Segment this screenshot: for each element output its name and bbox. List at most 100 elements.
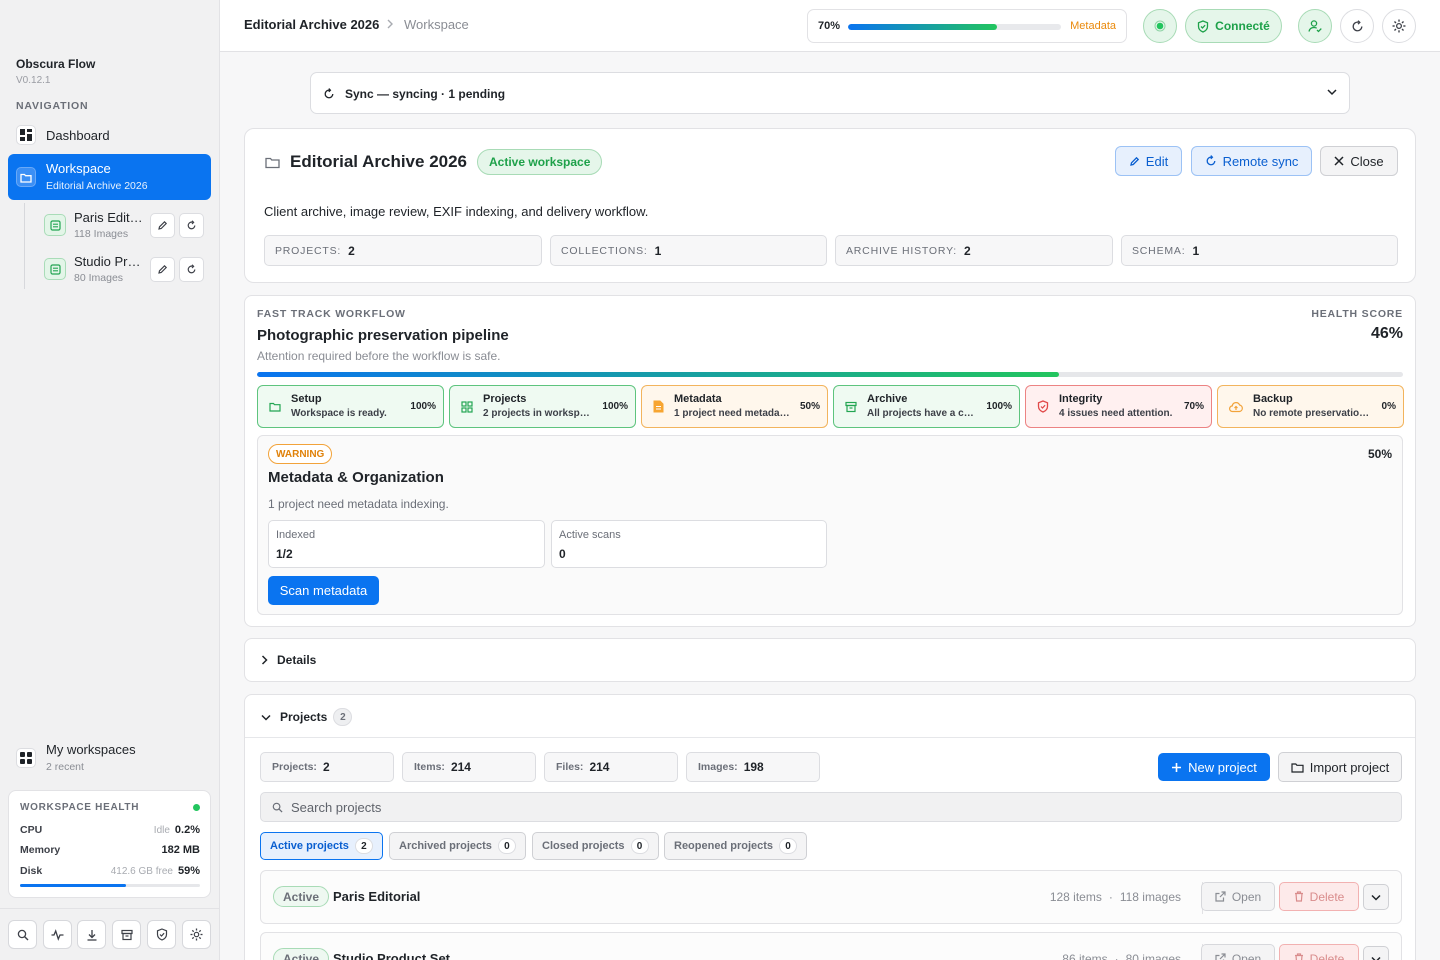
step-backup[interactable]: Backup No remote preservation configured.… (1217, 385, 1404, 428)
scan-metadata-button[interactable]: Scan metadata (268, 576, 379, 605)
workflow-progress-bar (257, 372, 1403, 377)
tab-closed-projects[interactable]: Closed projects 0 (532, 832, 659, 860)
row-menu-button[interactable] (1363, 884, 1389, 910)
active-scans-box: Active scans 0 (551, 520, 827, 568)
table-row[interactable]: Active Paris Editorial 128 items · 118 ima… (260, 870, 1402, 924)
edit-project-button[interactable] (150, 256, 175, 282)
search-button[interactable] (8, 920, 37, 949)
stat-projects: PROJECTS: 2 (264, 235, 542, 266)
open-button[interactable]: Open (1201, 944, 1275, 960)
archive-button[interactable] (112, 920, 141, 949)
step-archive[interactable]: Archive All projects have a current archi… (833, 385, 1020, 428)
status-badge: Active (273, 886, 330, 907)
images-count: 118 images (1119, 890, 1181, 904)
workspace-card: Editorial Archive 2026 Active workspace … (244, 128, 1416, 283)
refresh-button[interactable] (1340, 9, 1374, 43)
open-button[interactable]: Open (1201, 882, 1275, 911)
active-scans-label: Active scans (559, 529, 621, 541)
new-project-button[interactable]: New project (1158, 753, 1270, 781)
sync-project-button[interactable] (179, 212, 204, 238)
chevron-down-icon (1327, 88, 1337, 96)
step-percent: 100% (602, 401, 628, 412)
tab-active-projects[interactable]: Active projects 2 (260, 832, 383, 860)
settings-button[interactable] (1382, 9, 1416, 43)
sidebar-item-workspace[interactable]: Workspace Editorial Archive 2026 (8, 154, 211, 200)
folder-icon (265, 156, 280, 169)
project-count: 80 Images (74, 271, 124, 284)
close-button[interactable]: Close (1320, 146, 1398, 176)
step-desc: No remote preservation configured. (1253, 408, 1374, 419)
stat-value: 214 (450, 760, 471, 774)
tab-reopened-projects[interactable]: Reopened projects 0 (664, 832, 808, 860)
tab-count: 0 (779, 838, 798, 854)
step-integrity[interactable]: Integrity 4 issues need attention. 70% (1025, 385, 1212, 428)
detail-description: 1 project need metadata indexing. (268, 497, 449, 511)
step-setup[interactable]: Setup Workspace is ready. 100% (257, 385, 444, 428)
health-score-label: HEALTH SCORE (1311, 308, 1403, 320)
disk-label: Disk (20, 865, 43, 877)
table-row[interactable]: Active Studio Product Set 86 items · 80 im… (260, 932, 1402, 960)
delete-button[interactable]: Delete (1279, 882, 1359, 911)
step-metadata[interactable]: Metadata 1 project need metadata indexing… (641, 385, 828, 428)
workflow-kicker: FAST TRACK WORKFLOW (257, 308, 406, 320)
sidebar-project-item[interactable]: Paris Editorial 118 Images (44, 205, 212, 245)
sidebar-item-dashboard[interactable]: Dashboard (8, 121, 211, 149)
step-projects[interactable]: Projects 2 projects in workspace. 100% (449, 385, 636, 428)
app-version: V0.12.1 (16, 75, 51, 86)
sync-status-bar[interactable]: Sync — syncing · 1 pending (310, 72, 1350, 114)
step-title: Setup (291, 393, 322, 405)
sidebar-item-label: Dashboard (46, 127, 110, 143)
security-button[interactable] (147, 920, 176, 949)
projects-toggle[interactable]: Projects 2 (261, 708, 353, 726)
live-status-button[interactable] (1143, 9, 1177, 43)
stat-value: 2 (348, 243, 355, 258)
refresh-icon (187, 263, 196, 273)
step-desc: All projects have a current archive. (867, 408, 978, 419)
row-menu-button[interactable] (1363, 946, 1389, 960)
workflow-title: Photographic preservation pipeline (257, 327, 509, 344)
stat-value: 2 (964, 243, 971, 258)
stat-label: PROJECTS: (275, 244, 342, 257)
health-heading: WORKSPACE HEALTH (20, 802, 140, 813)
activity-button[interactable] (43, 920, 72, 949)
document-icon (653, 400, 664, 413)
workspace-header: Editorial Archive 2026 Active workspace (265, 149, 603, 175)
breadcrumb-workspace[interactable]: Editorial Archive 2026 (244, 17, 379, 32)
delete-label: Delete (1309, 951, 1345, 960)
open-label: Open (1231, 951, 1262, 960)
step-title: Metadata (674, 393, 722, 405)
step-desc: 4 issues need attention. (1059, 408, 1173, 419)
stat-label: ARCHIVE HISTORY: (846, 244, 958, 257)
progress-track (848, 24, 1061, 30)
items-count: 86 items (1062, 952, 1108, 960)
sidebar-item-label: Workspace (46, 161, 111, 176)
memory-value: 182 MB (161, 844, 200, 856)
edit-button[interactable]: Edit (1115, 146, 1182, 176)
project-search[interactable] (260, 792, 1402, 822)
refresh-icon (1352, 19, 1362, 31)
details-toggle[interactable]: Details (261, 653, 316, 667)
chevron-right-icon (261, 655, 268, 665)
top-bar: Editorial Archive 2026 Workspace 70% Met… (220, 0, 1440, 52)
import-project-button[interactable]: Import project (1278, 752, 1402, 782)
stat-value: 1 (1192, 243, 1200, 258)
sync-project-button[interactable] (179, 256, 204, 282)
search-icon (272, 802, 283, 813)
status-badge: Active (273, 948, 330, 960)
edit-project-button[interactable] (150, 212, 175, 238)
pipeline-progress: 70% Metadata (807, 9, 1127, 43)
open-label: Open (1231, 889, 1262, 904)
cpu-label: CPU (20, 824, 43, 836)
download-button[interactable] (77, 920, 106, 949)
remote-sync-button[interactable]: Remote sync (1191, 146, 1312, 176)
my-workspaces-link[interactable]: My workspaces 2 recent (8, 740, 211, 776)
settings-button[interactable] (182, 920, 211, 949)
tab-archived-projects[interactable]: Archived projects 0 (389, 832, 526, 860)
sidebar-project-item[interactable]: Studio Product Set 80 Images (44, 249, 212, 289)
connection-status-button[interactable]: Connecté (1185, 9, 1282, 43)
details-section[interactable]: Details (244, 638, 1416, 682)
delete-button[interactable]: Delete (1279, 944, 1359, 960)
search-input[interactable] (291, 793, 1391, 821)
account-button[interactable] (1298, 9, 1332, 43)
step-percent: 50% (799, 401, 820, 412)
